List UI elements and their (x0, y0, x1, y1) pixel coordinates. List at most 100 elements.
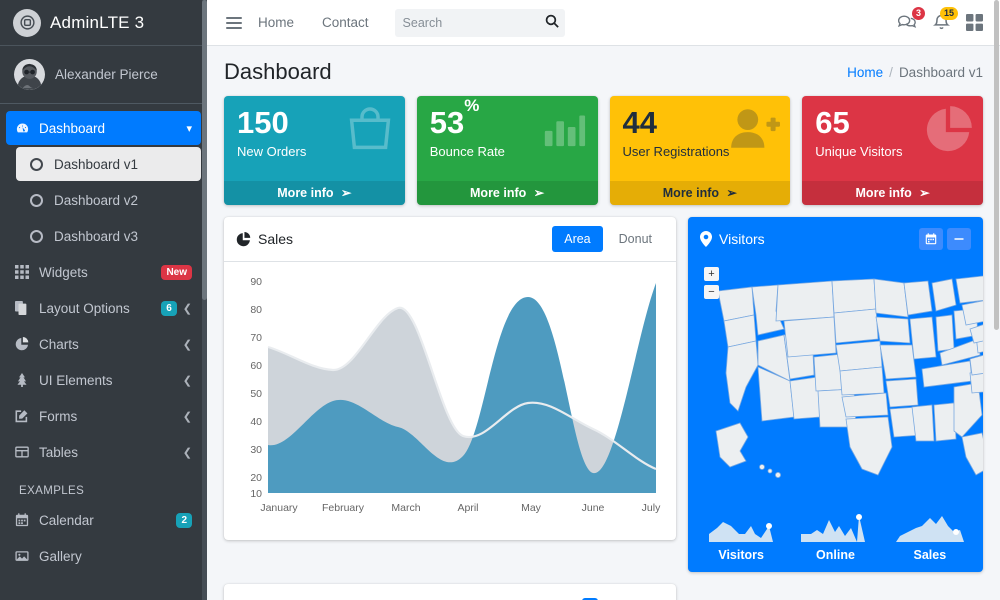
more-info-link[interactable]: More info ➢ (802, 181, 983, 205)
brand-header[interactable]: AdminLTE 3 (0, 0, 207, 46)
visitors-title-text: Visitors (719, 231, 765, 247)
card-title: Sales (236, 231, 293, 247)
usa-map[interactable]: + − (688, 261, 983, 506)
chevron-left-icon: ❮ (182, 302, 192, 315)
content-header: Dashboard Home / Dashboard v1 (207, 46, 1000, 96)
top-navbar: Home Contact 3 (207, 0, 1000, 46)
page-scrollbar-thumb[interactable] (994, 0, 999, 330)
card-tools: Area Donut (552, 226, 664, 252)
more-info-link[interactable]: More info ➢ (224, 181, 405, 205)
arrow-circle-right-icon: ➢ (726, 186, 737, 200)
bar-chart-icon (539, 104, 589, 150)
user-panel-name: Alexander Pierce (55, 67, 158, 82)
search-input[interactable] (394, 15, 535, 30)
svg-text:February: February (322, 502, 365, 514)
search-icon[interactable] (545, 14, 559, 28)
breadcrumb-current: Dashboard v1 (898, 64, 983, 80)
map-alaska-hawaii (715, 422, 782, 478)
sidebar-item-layout-options[interactable]: Layout Options 6 ❮ (6, 291, 201, 325)
tachometer-icon (15, 121, 39, 136)
map-states (717, 275, 983, 476)
table-icon (15, 445, 39, 459)
pie-chart-icon (922, 104, 974, 156)
tab-area[interactable]: Area (552, 226, 603, 252)
x-axis-ticks: January February March April May June Ju… (260, 502, 661, 514)
sidebar-submenu-dashboard: Dashboard v1 Dashboard v2 Dashboard v3 (6, 147, 201, 253)
sparkline-visitors[interactable]: Visitors (694, 512, 788, 562)
sidebar-item-label: Tables (39, 444, 79, 460)
sidebar-item-gallery[interactable]: Gallery (6, 539, 201, 573)
comments-icon[interactable]: 3 (897, 7, 925, 31)
bell-icon[interactable]: 15 (932, 6, 958, 32)
arrow-circle-right-icon: ➢ (341, 186, 352, 200)
sidebar-item-label: Dashboard (39, 120, 106, 136)
minimize-icon[interactable] (947, 228, 971, 250)
arrow-circle-right-icon: ➢ (533, 186, 545, 200)
sales-card-body: 90 80 70 60 50 40 30 20 10 January Febru… (224, 262, 676, 540)
user-panel[interactable]: Alexander Pierce (0, 46, 207, 104)
svg-text:90: 90 (250, 276, 262, 288)
more-info-link[interactable]: More info ➢ (416, 181, 598, 205)
chevron-left-icon: ❮ (182, 410, 192, 423)
map-zoom-out-button[interactable]: − (704, 285, 719, 299)
sidebar-item-label: Dashboard v3 (54, 228, 139, 244)
sidebar-item-widgets[interactable]: Widgets New (6, 255, 201, 289)
circle-icon (30, 229, 54, 243)
direct-chat-card: Direct Chat 3 (224, 584, 676, 600)
sidebar-item-forms[interactable]: Forms ❮ (6, 399, 201, 433)
sidebar-item-label: Forms (39, 408, 78, 424)
svg-text:70: 70 (250, 332, 262, 344)
page-scrollbar[interactable] (994, 0, 1000, 600)
sidebar-item-dashboard[interactable]: Dashboard ▾ (6, 111, 201, 145)
status-badge: 15 (939, 6, 958, 20)
svg-text:July: July (642, 502, 661, 514)
adminlte-logo-icon (13, 8, 41, 37)
search-box (394, 8, 565, 37)
calendar-icon[interactable] (919, 228, 943, 250)
stat-box-bounce-rate[interactable]: 53% Bounce Rate More info ➢ (416, 96, 598, 205)
sparkline-row: Visitors Online Sales (688, 506, 983, 572)
dashboard-page: AdminLTE 3 Alexander Pierce Dashboard ▾ … (0, 0, 1000, 600)
svg-text:April: April (457, 502, 478, 514)
sidebar-item-tables[interactable]: Tables ❮ (6, 435, 201, 469)
sidebar-section-header: EXAMPLES (19, 485, 85, 497)
stat-boxes: 150 New Orders More info ➢ 53% Bounce Ra… (224, 96, 983, 205)
more-info-link[interactable]: More info ➢ (609, 181, 791, 205)
svg-text:40: 40 (250, 416, 262, 428)
svg-text:10: 10 (250, 488, 262, 500)
tab-donut[interactable]: Donut (607, 226, 664, 252)
sidebar-item-calendar[interactable]: Calendar 2 (6, 503, 201, 537)
direct-chat-header: Direct Chat 3 (224, 584, 676, 600)
stat-box-new-orders[interactable]: 150 New Orders More info ➢ (224, 96, 405, 205)
map-marker-icon (700, 231, 712, 247)
sidebar-item-dashboard-v1[interactable]: Dashboard v1 (16, 147, 201, 181)
card-tools (919, 228, 971, 250)
hamburger-icon[interactable] (224, 13, 244, 33)
sales-area-chart[interactable]: 90 80 70 60 50 40 30 20 10 January Febru… (236, 271, 664, 531)
shopping-bag-icon (344, 104, 396, 156)
stat-box-user-registrations[interactable]: 44 User Registrations More info ➢ (609, 96, 791, 205)
stat-box-unique-visitors[interactable]: 65 Unique Visitors More info ➢ (802, 96, 983, 205)
navbar-link-contact[interactable]: Contact (308, 15, 383, 30)
sidebar-item-dashboard-v3[interactable]: Dashboard v3 (16, 219, 201, 253)
circle-icon (30, 157, 54, 171)
map-zoom-in-button[interactable]: + (704, 267, 719, 281)
sparkline-label: Visitors (718, 548, 764, 562)
copy-icon (15, 301, 39, 315)
sidebar-item-label: Widgets (39, 264, 88, 280)
sidebar-item-ui-elements[interactable]: UI Elements ❮ (6, 363, 201, 397)
navbar-link-home[interactable]: Home (244, 15, 308, 30)
sidebar-nav: Dashboard ▾ Dashboard v1 Dashboard v2 Da… (0, 104, 207, 573)
sidebar-item-charts[interactable]: Charts ❮ (6, 327, 201, 361)
map-zoom-controls: + − (704, 267, 719, 299)
breadcrumb-home[interactable]: Home (847, 65, 883, 80)
image-icon (15, 549, 39, 563)
th-large-icon[interactable] (966, 14, 983, 31)
sales-card: Sales Area Donut 90 80 70 60 50 40 30 20… (224, 217, 676, 540)
svg-text:80: 80 (250, 304, 262, 316)
sparkline-online[interactable]: Online (788, 512, 882, 562)
svg-text:50: 50 (250, 388, 262, 400)
sparkline-label: Online (816, 548, 855, 562)
sidebar-item-dashboard-v2[interactable]: Dashboard v2 (16, 183, 201, 217)
sparkline-sales[interactable]: Sales (883, 512, 977, 562)
